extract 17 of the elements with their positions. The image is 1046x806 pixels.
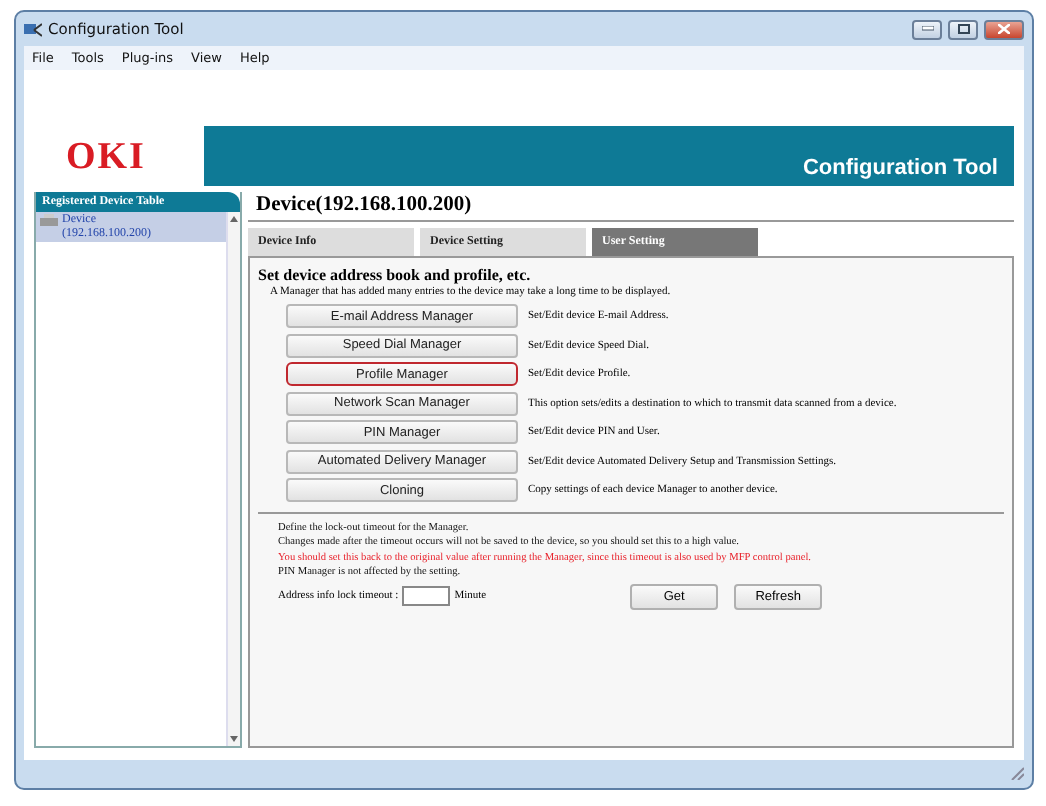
maximize-icon (957, 24, 969, 34)
timeout-input[interactable] (402, 586, 451, 606)
close-button[interactable] (984, 19, 1024, 39)
device-heading: Device(192.168.100.200) (248, 192, 1014, 222)
logo: OKI (66, 136, 146, 180)
resize-grip-icon (1010, 766, 1024, 780)
scroll-down-icon (230, 736, 238, 742)
scrollbar[interactable] (226, 212, 240, 746)
maximize-button[interactable] (948, 19, 978, 39)
close-icon (998, 24, 1010, 34)
minimize-icon (921, 26, 933, 32)
printer-icon (40, 214, 58, 228)
banner-title: Configuration Tool (802, 156, 998, 180)
minimize-button[interactable] (912, 19, 942, 39)
app-icon (24, 21, 42, 37)
section-title: Set device address book and profile, etc. (258, 266, 533, 284)
scroll-up-icon (230, 216, 238, 222)
